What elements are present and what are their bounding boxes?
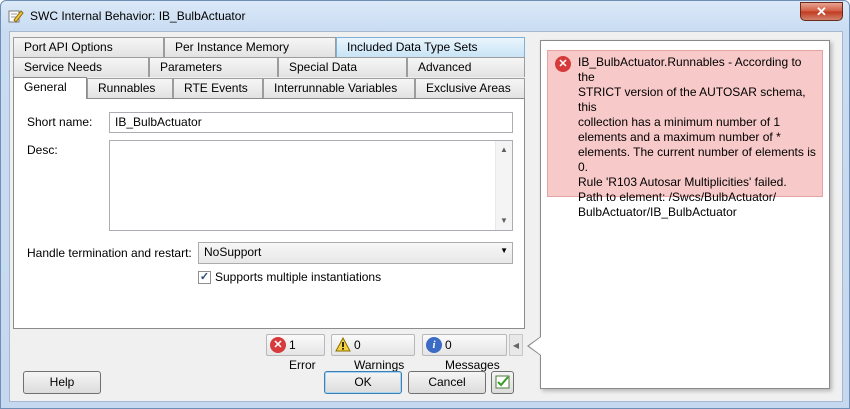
short-name-input[interactable]: IB_BulbActuator <box>109 112 513 133</box>
error-icon: ✕ <box>555 56 571 72</box>
error-line: STRICT version of the AUTOSAR schema, th… <box>578 85 806 114</box>
close-button[interactable]: ✕ <box>800 2 843 21</box>
scroll-up-icon[interactable]: ▲ <box>496 142 512 158</box>
warnings-count: 0 Warnings <box>354 338 405 372</box>
warning-icon <box>335 337 351 352</box>
messages-filter-button[interactable]: i 0 Messages <box>422 334 507 372</box>
tab-interrunnable-variables[interactable]: Interrunnable Variables <box>263 78 415 98</box>
tab-service-needs[interactable]: Service Needs <box>13 57 149 77</box>
error-line: elements and a maximum number of * <box>578 130 781 144</box>
multiple-instantiations-label: Supports multiple instantiations <box>215 270 382 284</box>
help-button[interactable]: Help <box>23 371 101 394</box>
scroll-down-icon[interactable]: ▼ <box>496 213 512 229</box>
handle-termination-label: Handle termination and restart: <box>27 246 192 260</box>
tab-special-data[interactable]: Special Data <box>278 57 407 77</box>
tab-general[interactable]: General <box>13 77 87 99</box>
multiple-instantiations-checkbox[interactable]: ✓ <box>198 271 211 284</box>
error-line: Rule 'R103 Autosar Multiplicities' faile… <box>578 175 787 189</box>
errors-filter-button[interactable]: ✕ 1 Error <box>266 334 325 372</box>
error-message-card[interactable]: ✕ IB_BulbActuator.Runnables - According … <box>547 50 823 219</box>
info-icon: i <box>426 337 442 353</box>
error-line: Path to element: /Swcs/BulbActuator/ <box>578 190 777 204</box>
chevron-down-icon: ▼ <box>500 246 508 255</box>
popup-pointer-fill <box>529 337 541 355</box>
handle-termination-value: NoSupport <box>204 245 262 259</box>
error-list-popup: ✕ IB_BulbActuator.Runnables - According … <box>540 40 830 389</box>
close-icon: ✕ <box>816 4 827 19</box>
tab-rte-events[interactable]: RTE Events <box>173 78 263 98</box>
tab-port-api-options[interactable]: Port API Options <box>13 37 164 57</box>
title-bar[interactable]: SWC Internal Behavior: IB_BulbActuator ✕ <box>1 1 849 31</box>
errors-count: 1 Error <box>289 338 316 372</box>
tab-parameters[interactable]: Parameters <box>149 57 278 77</box>
validate-check-icon <box>495 375 509 389</box>
ok-button[interactable]: OK <box>324 371 402 394</box>
desc-scrollbar[interactable]: ▲ ▼ <box>495 141 512 230</box>
desc-textarea[interactable]: ▲ ▼ <box>109 140 513 231</box>
pencil-edit-icon <box>8 10 24 23</box>
window-title: SWC Internal Behavior: IB_BulbActuator <box>30 9 246 23</box>
error-line: collection has a minimum number of 1 <box>578 115 781 129</box>
tab-exclusive-areas[interactable]: Exclusive Areas <box>415 78 525 98</box>
error-line: BulbActuator/IB_BulbActuator <box>578 205 737 219</box>
desc-label: Desc: <box>27 143 58 157</box>
validate-toggle-button[interactable] <box>491 371 514 394</box>
tab-included-data-type-sets[interactable]: Included Data Type Sets <box>336 37 525 57</box>
tab-runnables[interactable]: Runnables <box>87 78 173 98</box>
handle-termination-select[interactable]: NoSupport ▼ <box>198 242 513 264</box>
warnings-filter-button[interactable]: 0 Warnings <box>331 334 415 372</box>
error-line: elements. The current number of elements… <box>578 145 816 159</box>
error-icon: ✕ <box>270 337 286 353</box>
general-panel: Short name: IB_BulbActuator Desc: ▲ ▼ Ha… <box>13 98 525 329</box>
tab-advanced[interactable]: Advanced <box>407 57 525 77</box>
tab-per-instance-memory[interactable]: Per Instance Memory <box>164 37 336 57</box>
cancel-button[interactable]: Cancel <box>408 371 486 394</box>
short-name-label: Short name: <box>27 115 93 129</box>
messages-count: 0 Messages <box>445 338 500 372</box>
error-line: IB_BulbActuator.Runnables - According to… <box>578 55 802 84</box>
error-line: 0. <box>578 160 589 174</box>
collapse-arrow-icon[interactable]: ◀ <box>509 334 523 356</box>
